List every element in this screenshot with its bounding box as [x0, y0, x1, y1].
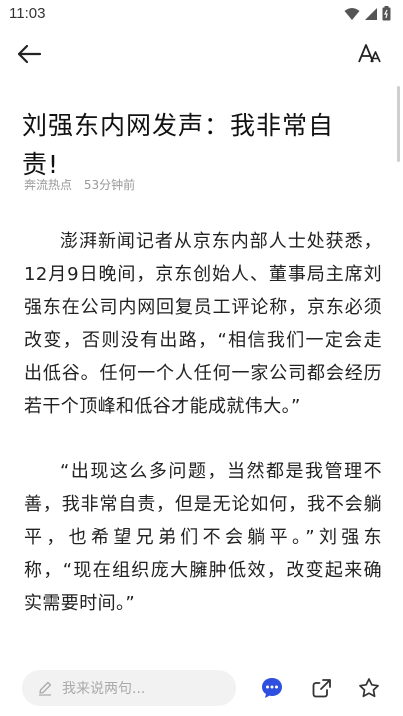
article-paragraph: “出现这么多问题，当然都是我管理不善，我非常自责，但是无论如何，我不会躺平，也希… — [24, 461, 382, 614]
article-content[interactable]: 刘强东内网发声：我非常自责! 奔流热点 53分钟前 澎湃新闻记者从京东内部人士处… — [0, 76, 403, 656]
article-source[interactable]: 奔流热点 — [24, 178, 72, 192]
favorite-button[interactable] — [356, 675, 382, 701]
status-icons — [344, 6, 391, 21]
status-time: 11:03 — [9, 5, 46, 22]
wifi-icon — [344, 7, 360, 20]
comment-bubble-icon — [262, 678, 282, 698]
signal-icon — [365, 7, 377, 20]
top-toolbar — [0, 30, 403, 76]
font-size-button[interactable] — [355, 39, 385, 69]
font-size-icon — [358, 44, 381, 63]
share-button[interactable] — [309, 675, 335, 701]
article-title: 刘强东内网发声：我非常自责! — [22, 110, 335, 179]
article-meta: 奔流热点 53分钟前 — [24, 176, 143, 193]
article-time: 53分钟前 — [83, 178, 136, 192]
comments-button[interactable] — [259, 675, 285, 701]
status-bar: 11:03 — [0, 0, 403, 28]
arrow-left-icon — [17, 44, 42, 64]
back-button[interactable] — [14, 39, 44, 69]
comment-input[interactable]: 我来说两句... — [22, 670, 236, 706]
star-icon — [359, 678, 379, 698]
bottom-bar: 我来说两句... — [0, 656, 403, 716]
battery-icon — [382, 6, 391, 21]
article-body: 澎湃新闻记者从京东内部人士处获悉，12月9日晚间，京东创始人、董事局主席刘强东在… — [24, 225, 382, 652]
comment-placeholder: 我来说两句... — [62, 681, 146, 697]
share-icon — [312, 679, 331, 698]
scrollbar[interactable] — [397, 86, 400, 162]
article-paragraph: 澎湃新闻记者从京东内部人士处获悉，12月9日晚间，京东创始人、董事局主席刘强东在… — [24, 231, 382, 417]
pencil-icon — [37, 680, 53, 696]
